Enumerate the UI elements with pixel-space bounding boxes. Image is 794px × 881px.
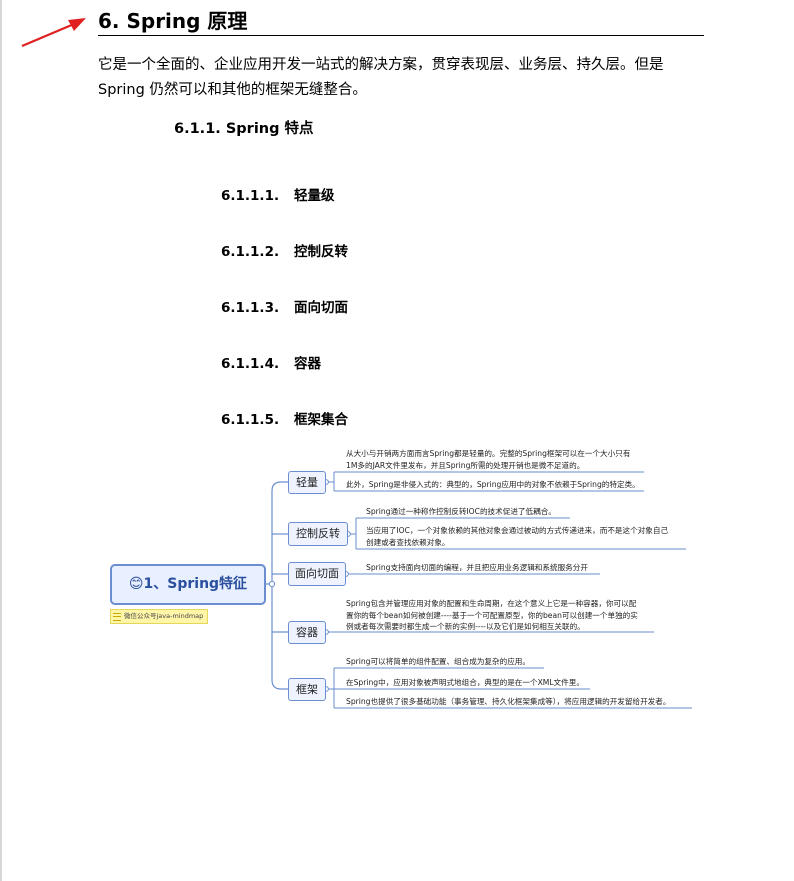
mindmap-leaf: Spring可以将简单的组件配置、组合成为复杂的应用。 xyxy=(346,657,530,666)
mindmap-leaf: 此外，Spring是非侵入式的：典型的，Spring应用中的对象不依赖于Spri… xyxy=(346,480,640,489)
mindmap-leaf: Spring也提供了很多基础功能（事务管理、持久化框架集成等），将应用逻辑的开发… xyxy=(346,697,671,706)
mindmap-branch-aop: 面向切面 xyxy=(288,562,346,586)
mindmap-branch-ioc: 控制反转 xyxy=(288,522,348,546)
mindmap-leaf: Spring通过一种称作控制反转IOC的技术促进了低耦合。 xyxy=(366,507,556,516)
mindmap-leaf: 在Spring中，应用对象被声明式地组合，典型的是在一个XML文件里。 xyxy=(346,678,584,687)
mindmap-connectors xyxy=(266,471,692,709)
mindmap-branch-lightweight: 轻量 xyxy=(288,471,326,494)
mindmap-leaf: Spring包含并管理应用对象的配置和生命周期，在这个意义上它是一种容器，你可以… xyxy=(346,599,638,631)
mindmap-source-tag: 微信公众号java-mindmap xyxy=(110,609,209,624)
mindmap-branch-container: 容器 xyxy=(288,621,326,644)
mindmap-root-node: 😊1、Spring特征 xyxy=(110,564,266,605)
mindmap-leaf: 从大小与开销两方面而言Spring都是轻量的。完整的Spring框架可以在一个大… xyxy=(346,449,631,470)
mindmap-branch-framework: 框架 xyxy=(288,678,326,701)
notes-icon xyxy=(113,612,121,621)
mindmap-leaf: 当应用了IOC，一个对象依赖的其他对象会通过被动的方式传递进来，而不是这个对象自… xyxy=(366,526,669,547)
mindmap-leaf: Spring支持面向切面的编程，并且把应用业务逻辑和系统服务分开 xyxy=(366,563,588,572)
